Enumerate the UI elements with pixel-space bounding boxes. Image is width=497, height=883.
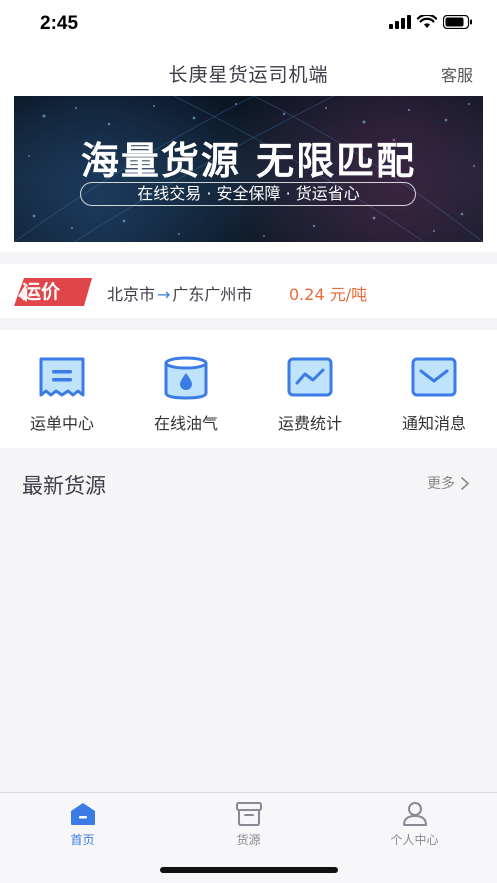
menu-label-statistics: 运费统计 xyxy=(277,414,342,433)
route-origin: 北京市 xyxy=(107,285,156,304)
banner-title: 海量货源 无限匹配 xyxy=(80,139,417,183)
page-title: 长庚星货运司机端 xyxy=(168,64,329,86)
tab-label-home: 首页 xyxy=(70,833,95,847)
freight-price-row[interactable]: 运价 北京市 → 广东广州市 0.24 元/吨 xyxy=(0,264,497,318)
nav-bar: 长庚星货运司机端 客服 xyxy=(0,48,497,96)
price-badge-label: 运价 xyxy=(22,281,61,303)
signal-icon xyxy=(389,15,411,29)
route-destination: 广东广州市 xyxy=(172,285,253,304)
menu-label-waybill: 运单中心 xyxy=(29,414,94,433)
status-icons xyxy=(389,15,473,29)
more-label: 更多 xyxy=(427,476,455,492)
route-text: 北京市 → 广东广州市 xyxy=(107,281,252,305)
home-indicator xyxy=(160,867,338,873)
customer-service-button[interactable]: 客服 xyxy=(441,62,473,86)
banner-subtitle: 在线交易 · 安全保障 · 货运省心 xyxy=(137,184,360,203)
mail-icon xyxy=(411,357,457,397)
latest-cargo-section: 最新货源 更多 xyxy=(0,448,497,790)
status-time: 2:45 xyxy=(40,13,79,34)
battery-icon xyxy=(443,15,472,29)
promo-banner[interactable]: 海量货源 无限匹配 在线交易 · 安全保障 · 货运省心 xyxy=(14,96,483,242)
menu-item-statistics[interactable]: 运费统计 xyxy=(248,330,372,448)
arrow-right-icon: → xyxy=(157,285,171,304)
chevron-right-icon xyxy=(461,476,469,490)
route-price: 0.24 元/吨 xyxy=(289,285,368,304)
user-icon xyxy=(403,802,427,826)
tab-label-cargo: 货源 xyxy=(236,833,261,847)
tab-home[interactable]: 首页 xyxy=(0,801,165,851)
section-title: 最新货源 xyxy=(22,474,106,498)
quick-menu: 运单中心 在线油气 运费统计 通知消息 xyxy=(0,330,497,448)
wifi-icon xyxy=(417,15,437,28)
banner-section: 海量货源 无限匹配 在线交易 · 安全保障 · 货运省心 xyxy=(0,96,497,252)
menu-item-fuel[interactable]: 在线油气 xyxy=(124,330,248,448)
cargo-icon xyxy=(236,802,262,826)
tab-profile[interactable]: 个人中心 xyxy=(332,801,497,851)
fuel-icon xyxy=(164,356,208,400)
menu-item-waybill[interactable]: 运单中心 xyxy=(0,330,124,448)
chart-icon xyxy=(287,357,333,397)
menu-item-notifications[interactable]: 通知消息 xyxy=(372,330,496,448)
waybill-icon xyxy=(39,357,85,397)
menu-label-notifications: 通知消息 xyxy=(401,414,466,433)
more-link[interactable]: 更多 xyxy=(427,473,469,493)
tab-cargo[interactable]: 货源 xyxy=(166,801,331,851)
tab-label-profile: 个人中心 xyxy=(390,833,439,847)
menu-label-fuel: 在线油气 xyxy=(153,414,218,433)
status-bar: 2:45 xyxy=(0,0,497,48)
home-icon xyxy=(71,803,95,825)
